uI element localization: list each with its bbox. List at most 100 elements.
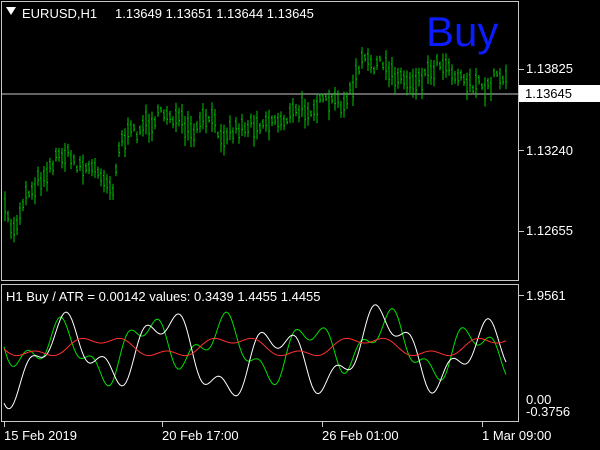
price-bar	[34, 177, 36, 205]
price-bar	[274, 114, 276, 126]
price-bar	[19, 202, 21, 225]
price-axis-label: 1.13825	[526, 61, 573, 76]
price-bar	[133, 123, 135, 132]
price-bar	[193, 123, 195, 148]
price-bar	[490, 76, 492, 102]
price-bar	[427, 55, 429, 85]
price-bar	[481, 83, 483, 90]
price-bar	[454, 70, 456, 84]
price-bar	[487, 77, 489, 90]
price-bar	[355, 58, 357, 89]
price-bar	[226, 127, 228, 145]
price-bar	[478, 75, 480, 85]
price-bar	[469, 68, 471, 93]
price-bar	[28, 190, 30, 198]
price-bar	[283, 114, 285, 131]
price-bar	[262, 119, 264, 129]
price-bar	[466, 72, 468, 100]
price-bar	[238, 123, 240, 144]
indicator-canvas[interactable]	[2, 285, 518, 421]
current-price-tag: 1.13645	[519, 85, 600, 102]
price-bar	[205, 108, 207, 134]
price-bar	[409, 72, 411, 95]
price-bar	[55, 147, 57, 162]
price-bar	[493, 68, 495, 78]
price-bar	[151, 111, 153, 142]
price-bar	[499, 68, 501, 90]
indicator-axis-label: 1.9561	[526, 288, 566, 303]
price-bar	[190, 115, 192, 148]
price-bar	[148, 113, 150, 143]
price-bar	[166, 106, 168, 125]
price-bar	[76, 165, 78, 173]
indicator-line-green	[3, 307, 507, 387]
price-bar	[502, 75, 504, 85]
price-bar	[415, 67, 417, 100]
triangle-down-icon[interactable]	[6, 7, 16, 15]
price-bar	[256, 110, 258, 140]
price-bar	[268, 109, 270, 141]
price-bar	[145, 104, 147, 135]
price-bar	[310, 110, 312, 118]
price-bar	[223, 124, 225, 156]
price-bar	[448, 58, 450, 76]
price-tick	[519, 231, 524, 232]
price-bar	[70, 149, 72, 170]
time-tick	[322, 422, 323, 427]
price-bar	[109, 176, 111, 201]
indicator-panel[interactable]	[1, 284, 519, 422]
price-bar	[343, 91, 345, 118]
price-bar	[322, 93, 324, 103]
price-bar	[49, 157, 51, 173]
price-bar	[31, 181, 33, 200]
price-bar	[379, 55, 381, 62]
price-bar	[313, 99, 315, 121]
price-bar	[277, 112, 279, 133]
price-bar	[4, 191, 6, 222]
price-tick	[519, 69, 524, 70]
price-bar	[358, 65, 360, 75]
indicator-line-white	[3, 304, 507, 410]
price-bar	[370, 54, 372, 74]
price-bar	[82, 154, 84, 185]
time-axis-label: 20 Feb 17:00	[162, 428, 239, 443]
price-bar	[187, 111, 189, 141]
price-bar	[154, 116, 156, 130]
price-bar	[214, 108, 216, 133]
price-bar	[412, 68, 414, 98]
price-bar	[40, 172, 42, 196]
price-bar	[271, 115, 273, 127]
price-bar	[16, 215, 18, 236]
price-bar	[376, 55, 378, 70]
price-bar	[112, 183, 114, 201]
price-bar	[37, 166, 39, 186]
price-bar	[64, 143, 66, 172]
price-bar	[289, 103, 291, 124]
price-bar	[58, 147, 60, 162]
price-bar	[160, 106, 162, 113]
price-bar	[220, 124, 222, 153]
price-bar	[43, 166, 45, 188]
price-bar	[334, 87, 336, 111]
price-bar	[172, 116, 174, 129]
price-bar	[364, 53, 366, 62]
price-bar	[202, 103, 204, 130]
price-bar	[352, 74, 354, 106]
price-bar	[430, 59, 432, 85]
price-bar	[400, 67, 402, 85]
price-bar	[397, 67, 399, 89]
price-bar	[100, 168, 102, 187]
price-bar	[79, 156, 81, 172]
price-bar	[280, 111, 282, 131]
price-bar	[163, 109, 165, 122]
price-bar	[235, 117, 237, 134]
time-tick	[162, 422, 163, 427]
price-bar	[52, 160, 54, 176]
price-bar	[301, 91, 303, 118]
price-bar	[361, 47, 363, 69]
price-bar	[265, 111, 267, 132]
price-bar	[325, 94, 327, 101]
price-bar	[367, 48, 369, 72]
ohlc-values: 1.13649 1.13651 1.13644 1.13645	[115, 6, 314, 21]
price-bar	[115, 163, 117, 177]
